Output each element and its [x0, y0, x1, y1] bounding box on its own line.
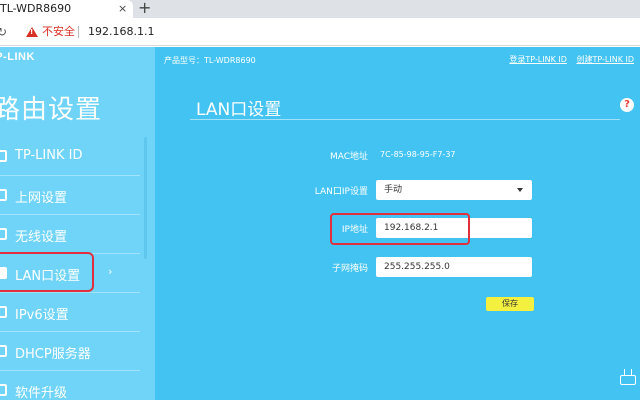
router-page: TP-LINK 路由设置 TP-LINK ID 上网设置 无线设置 LAN口设置…: [0, 47, 640, 400]
new-tab-button[interactable]: +: [138, 0, 151, 18]
warning-icon[interactable]: [26, 27, 38, 37]
help-icon[interactable]: ?: [620, 98, 634, 112]
header-links: 登录TP-LINK ID 创建TP-LINK ID: [502, 54, 634, 65]
reload-icon[interactable]: ↻: [0, 18, 7, 46]
wifi-icon: [0, 228, 7, 240]
sidebar-item-dhcp[interactable]: DHCP服务器: [0, 332, 140, 371]
sidebar-item-label: 上网设置: [15, 191, 68, 206]
browser-tab[interactable]: TL-WDR8690 ×: [0, 0, 133, 18]
sidebar-title: 路由设置: [0, 95, 103, 125]
save-button[interactable]: 保存: [486, 297, 534, 311]
sidebar-item-internet[interactable]: 上网设置: [0, 176, 140, 215]
address-bar[interactable]: ↻ 不安全 192.168.1.1: [0, 18, 640, 46]
insecure-label[interactable]: 不安全: [42, 18, 75, 46]
tab-title: TL-WDR8690: [0, 2, 72, 15]
sidebar-item-label: DHCP服务器: [15, 347, 91, 362]
page-title: LAN口设置: [196, 100, 282, 120]
id-icon: [0, 150, 7, 162]
lan-ip-mode-value: 手动: [384, 185, 403, 195]
login-tplink-id-link[interactable]: 登录TP-LINK ID: [509, 55, 567, 64]
model-label: 产品型号：TL-WDR8690: [164, 56, 256, 65]
subnet-mask-field[interactable]: 255.255.255.0: [376, 257, 532, 277]
sidebar-item-label: 软件升级: [15, 386, 68, 400]
address-divider: [78, 26, 79, 38]
annotation-highlight-ip: [330, 213, 470, 245]
globe-icon: [0, 189, 7, 201]
lan-ip-mode-select[interactable]: 手动: [376, 180, 532, 200]
router-icon: [620, 369, 636, 385]
ipv6-icon: [0, 306, 7, 318]
chevron-right-icon: ›: [108, 265, 113, 278]
close-icon[interactable]: ×: [118, 0, 127, 18]
chevron-down-icon: [517, 188, 523, 192]
dhcp-icon: [0, 345, 7, 357]
annotation-highlight-lan: [0, 252, 94, 292]
upgrade-icon: [0, 384, 7, 396]
sidebar-item-upgrade[interactable]: 软件升级: [0, 371, 140, 400]
lan-ip-mode-label: LAN口IP设置: [314, 187, 368, 197]
sidebar-item-label: TP-LINK ID: [15, 148, 83, 163]
sidebar: TP-LINK 路由设置 TP-LINK ID 上网设置 无线设置 LAN口设置…: [0, 47, 155, 400]
title-divider: [190, 119, 620, 120]
sidebar-scrollbar[interactable]: [144, 137, 147, 259]
sidebar-item-tplink-id[interactable]: TP-LINK ID: [0, 137, 140, 176]
tplink-logo: TP-LINK: [0, 51, 35, 63]
sidebar-item-label: IPv6设置: [15, 308, 69, 323]
mac-label: MAC地址: [329, 152, 368, 162]
sidebar-item-label: 无线设置: [15, 230, 68, 245]
mac-value: 7C-85-98-95-F7-37: [380, 150, 456, 159]
tab-bar: TL-WDR8690 × +: [0, 0, 640, 18]
subnet-label: 子网掩码: [331, 264, 368, 274]
sidebar-item-wireless[interactable]: 无线设置: [0, 215, 140, 254]
sidebar-item-ipv6[interactable]: IPv6设置: [0, 293, 140, 332]
create-tplink-id-link[interactable]: 创建TP-LINK ID: [576, 55, 634, 64]
url-text[interactable]: 192.168.1.1: [88, 18, 154, 46]
